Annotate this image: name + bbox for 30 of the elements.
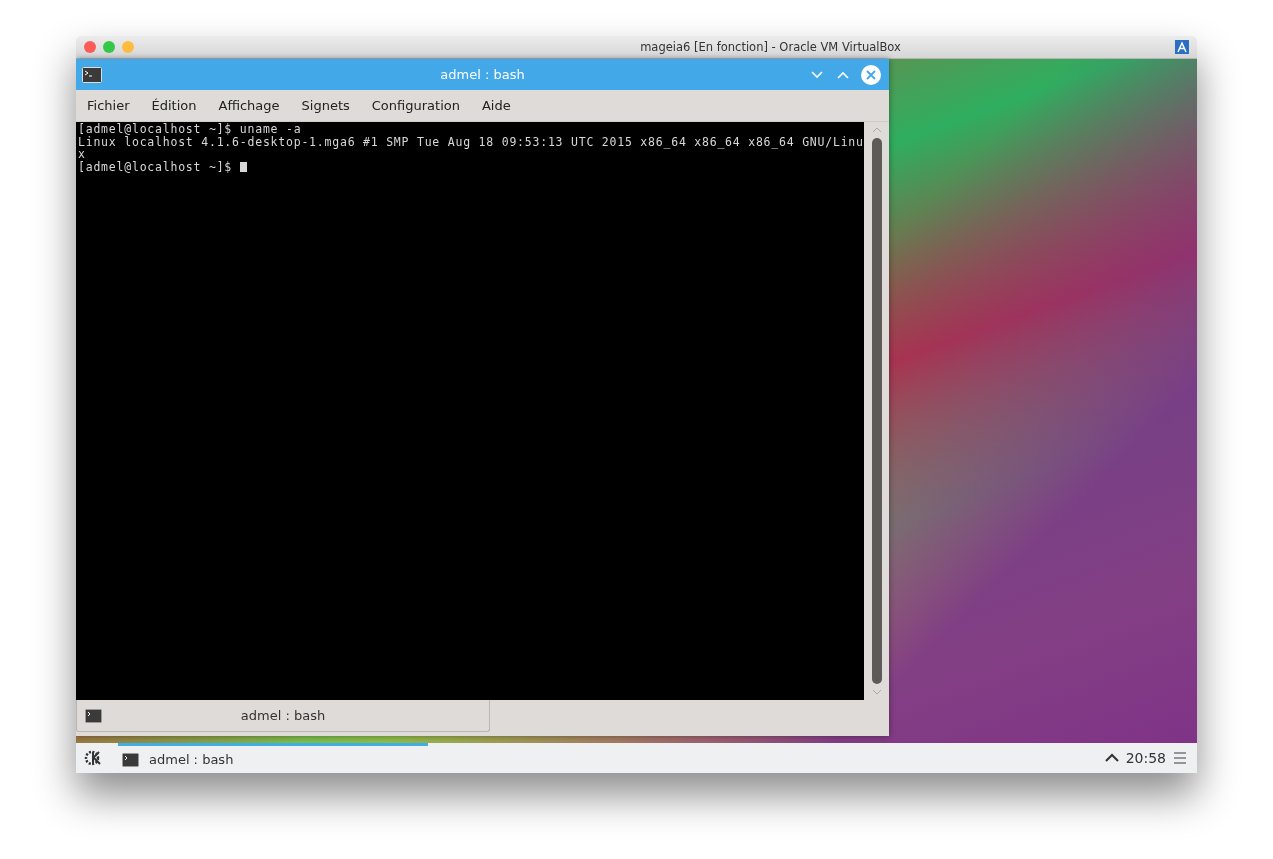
window-title: mageia6 [En fonction] - Oracle VM VirtualBox [639,40,902,54]
menu-item[interactable]: Édition [144,98,204,113]
close-button[interactable] [861,64,881,85]
menu-item[interactable]: Affichage [211,98,287,113]
launcher-icon[interactable] [84,749,102,767]
terminal-prompt: [admel@localhost ~]$ [78,160,234,173]
menu-item[interactable]: Configuration [364,98,467,113]
zoom-button[interactable] [103,41,115,53]
terminal-icon [82,66,102,83]
text-cursor [239,161,247,172]
menu-icon[interactable] [1173,751,1187,765]
scroll-down-icon[interactable] [871,688,882,696]
terminal-line: x [78,148,86,161]
minimize-button[interactable] [122,41,134,53]
tab[interactable]: admel : bash [76,700,490,732]
caret-up-icon[interactable] [1104,753,1119,763]
scroll-up-icon[interactable] [871,126,882,134]
clock[interactable]: 20:58 [1125,750,1166,766]
menu-item[interactable]: Signets [294,98,357,113]
terminal-line: Linux localhost 4.1.6-desktop-1.mga6 #1 SMP Tue Aug 18 09:53:13 UTC 2015 x86_64 x86_64 x86_64 GNU/Linu [78,135,864,148]
taskbar-task[interactable]: admel : bash [118,743,428,773]
terminal-line: [admel@localhost ~]$ uname -a [78,123,302,136]
menu-item[interactable]: Aide [474,98,518,113]
scrollbar-thumb[interactable] [871,138,882,684]
menu-item[interactable]: Fichier [80,98,137,113]
close-button[interactable] [84,41,96,53]
terminal-icon [85,708,102,723]
terminal-icon [122,752,139,767]
window-title: admel : bash [440,67,525,82]
status-icon [1175,40,1189,54]
